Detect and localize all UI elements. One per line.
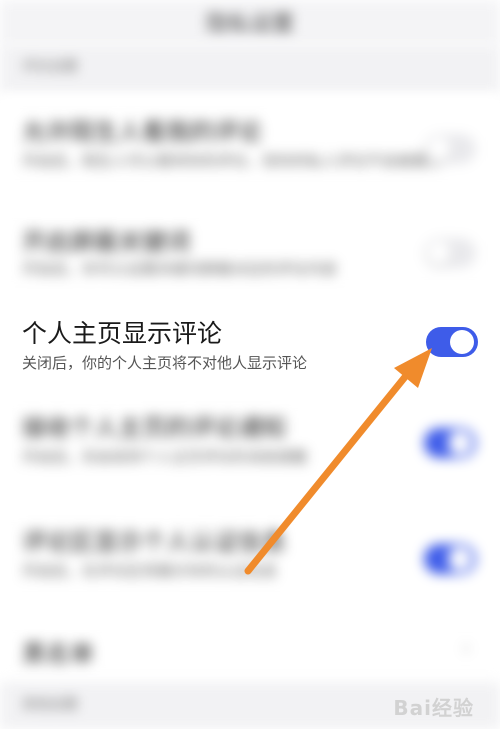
arrow-shaft bbox=[244, 368, 413, 575]
annotation-arrow-icon bbox=[244, 348, 432, 575]
watermark-logo: Bai经验 bbox=[393, 696, 474, 720]
